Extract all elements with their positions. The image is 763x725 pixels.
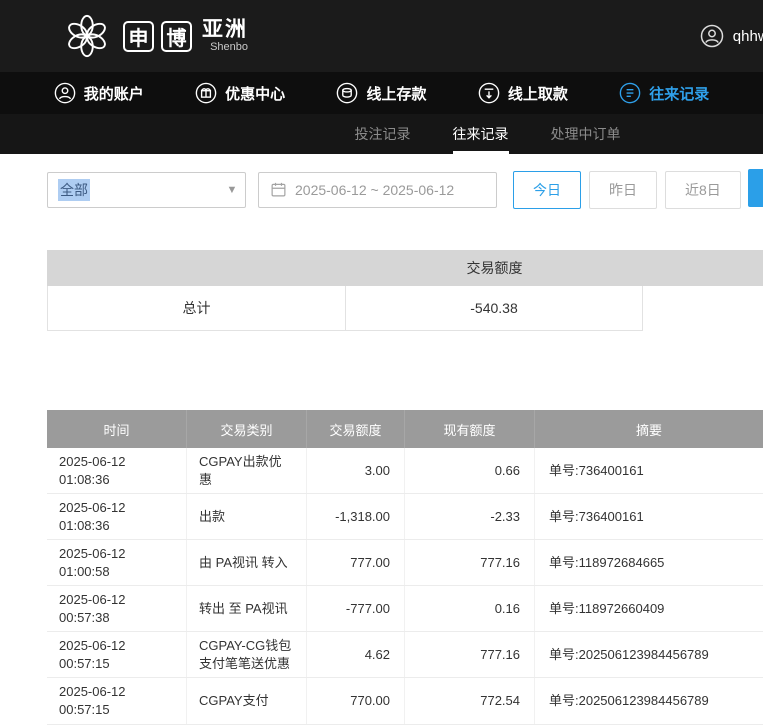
cell-type: CGPAY-CG钱包支付笔笔送优惠 [187,632,307,677]
summary-empty-cell [643,286,763,331]
tab-processing-orders[interactable]: 处理中订单 [551,114,621,154]
user-avatar-icon [700,24,724,48]
date-range-value: 2025-06-12 ~ 2025-06-12 [295,182,454,198]
tab-label: 投注记录 [355,124,411,144]
nav-label: 线上存款 [366,83,426,104]
summary-total-value: -540.38 [346,286,643,331]
records-tabbar: 投注记录 往来记录 处理中订单 [0,114,763,154]
cell-balance: -2.33 [405,494,535,539]
tab-label: 往来记录 [453,124,509,144]
tab-label: 处理中订单 [551,124,621,144]
cell-type: CGPAY出款优惠 [187,448,307,493]
cell-memo: 单号:118972660409 [535,586,763,631]
cell-type: 由 PA视讯 转入 [187,540,307,585]
logo-subtitle-text: Shenbo [202,41,248,53]
cell-time: 2025-06-12 00:57:15 [47,632,187,677]
cell-memo: 单号:202506123984456789 [535,678,763,723]
calendar-icon [270,181,287,198]
nav-item-transaction-records[interactable]: 往来记录 [619,82,709,104]
cell-amount: 4.62 [307,632,405,677]
table-row: 2025-06-12 00:57:38 转出 至 PA视讯 -777.00 0.… [47,586,763,632]
nav-label: 往来记录 [649,83,709,104]
nav-item-online-deposit[interactable]: 线上存款 [336,82,426,104]
records-table: 时间 交易类别 交易额度 现有额度 摘要 2025-06-12 01:08:36… [47,410,763,725]
summary-header-row: 交易额度 [47,250,763,286]
promo-icon [195,82,217,104]
cell-amount: -777.00 [307,586,405,631]
table-row: 2025-06-12 00:57:15 CGPAY支付 770.00 772.5… [47,678,763,724]
last-8-days-button[interactable]: 近8日 [665,171,741,209]
cell-balance: 772.54 [405,678,535,723]
chevron-down-icon: ▼ [219,173,245,207]
summary-table: 交易额度 总计 -540.38 [47,250,763,331]
cell-amount: 3.00 [307,448,405,493]
summary-header-spacer [643,250,763,286]
cell-type: CGPAY支付 [187,678,307,723]
tab-transaction-records[interactable]: 往来记录 [453,114,509,154]
main-nav: 我的账户 优惠中心 线上存款 线上取款 往来记录 [0,72,763,114]
col-header-type: 交易类别 [187,410,307,448]
summary-total-label: 总计 [47,286,346,331]
logo-region-block: 亚洲 Shenbo [202,19,248,53]
nav-label: 我的账户 [84,83,144,104]
cell-balance: 777.16 [405,540,535,585]
logo-char-shen: 申 [123,21,154,52]
cell-memo: 单号:736400161 [535,448,763,493]
col-header-time: 时间 [47,410,187,448]
cell-time: 2025-06-12 00:57:38 [47,586,187,631]
cell-balance: 777.16 [405,632,535,677]
category-select[interactable]: 全部 ▼ [47,172,246,208]
col-header-amount: 交易额度 [307,410,405,448]
records-icon [619,82,641,104]
account-icon [54,82,76,104]
user-account-menu[interactable]: qhhw1 [700,24,763,48]
deposit-icon [336,82,358,104]
col-header-balance: 现有额度 [405,410,535,448]
records-header-row: 时间 交易类别 交易额度 现有额度 摘要 [47,410,763,448]
table-row: 2025-06-12 01:08:36 CGPAY出款优惠 3.00 0.66 … [47,448,763,494]
brand-logo[interactable]: 申 博 亚洲 Shenbo [64,13,248,59]
search-button-partial[interactable] [748,169,763,207]
summary-header-amount: 交易额度 [346,250,643,286]
username-label: qhhw1 [733,28,763,45]
cell-time: 2025-06-12 01:00:58 [47,540,187,585]
logo-char-bo: 博 [161,21,192,52]
nav-item-my-account[interactable]: 我的账户 [54,82,144,104]
col-header-memo: 摘要 [535,410,763,448]
cell-amount: -1,318.00 [307,494,405,539]
cell-time: 2025-06-12 01:08:36 [47,448,187,493]
nav-label: 优惠中心 [225,83,285,104]
table-row: 2025-06-12 01:08:36 出款 -1,318.00 -2.33 单… [47,494,763,540]
nav-label: 线上取款 [508,83,568,104]
nav-item-promo-center[interactable]: 优惠中心 [195,82,285,104]
summary-total-row: 总计 -540.38 [47,286,763,331]
category-selected-value: 全部 [58,179,90,201]
cell-time: 2025-06-12 01:08:36 [47,494,187,539]
cell-type: 出款 [187,494,307,539]
cell-amount: 777.00 [307,540,405,585]
cell-balance: 0.16 [405,586,535,631]
cell-balance: 0.66 [405,448,535,493]
cell-type: 转出 至 PA视讯 [187,586,307,631]
cell-memo: 单号:202506123984456789 [535,632,763,677]
cell-amount: 770.00 [307,678,405,723]
table-row: 2025-06-12 00:57:15 CGPAY-CG钱包支付笔笔送优惠 4.… [47,632,763,678]
withdraw-icon [478,82,500,104]
summary-header-spacer [47,250,346,286]
nav-item-online-withdraw[interactable]: 线上取款 [478,82,568,104]
cell-memo: 单号:118972684665 [535,540,763,585]
logo-region-text: 亚洲 [202,19,248,41]
tab-betting-records[interactable]: 投注记录 [355,114,411,154]
filter-bar: 全部 ▼ 2025-06-12 ~ 2025-06-12 今日 昨日 近8日 [0,154,763,210]
cell-time: 2025-06-12 00:57:15 [47,678,187,723]
cell-memo: 单号:736400161 [535,494,763,539]
date-range-input[interactable]: 2025-06-12 ~ 2025-06-12 [258,172,497,208]
yesterday-button[interactable]: 昨日 [589,171,657,209]
app-header: 申 博 亚洲 Shenbo qhhw1 [0,0,763,72]
table-row: 2025-06-12 01:00:58 由 PA视讯 转入 777.00 777… [47,540,763,586]
flower-logo-icon [64,13,110,59]
today-button[interactable]: 今日 [513,171,581,209]
